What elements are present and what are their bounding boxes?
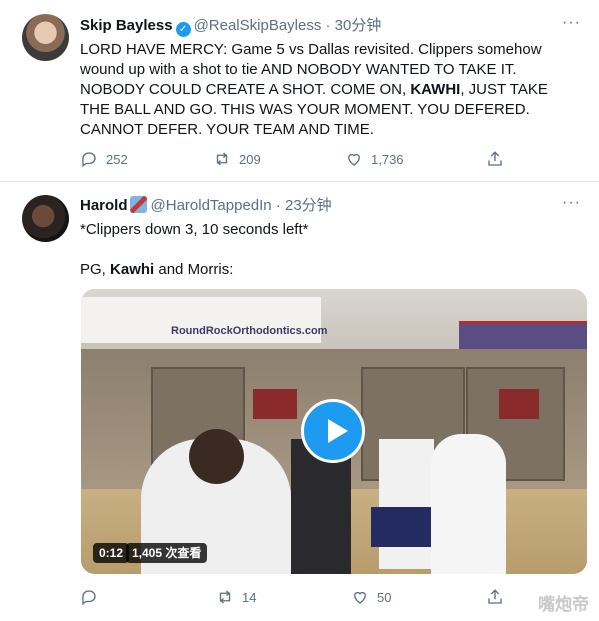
tweet-header: Harold @HaroldTappedIn · 23分钟 — [80, 196, 332, 215]
video-player-figure — [189, 429, 244, 484]
retweet-icon — [216, 152, 228, 166]
more-options-icon[interactable]: ··· — [562, 194, 581, 212]
tweet-header: Skip Bayless ✓ @RealSkipBayless · 30分钟 — [80, 16, 381, 37]
tweet-text-part: PG, — [80, 261, 111, 278]
more-options-icon[interactable]: ··· — [562, 14, 581, 32]
like-count: 1,736 — [371, 151, 404, 167]
video-banner-text: RoundRockOrthodontics.com — [171, 325, 328, 337]
reply-button[interactable] — [80, 588, 106, 606]
avatar[interactable] — [22, 195, 69, 242]
verified-badge-icon: ✓ — [175, 22, 191, 37]
video-red-panel — [499, 389, 539, 419]
tweet-skip-bayless[interactable]: Skip Bayless ✓ @RealSkipBayless · 30分钟 ···… — [0, 0, 599, 181]
watermark: 嘴炮帝 — [538, 595, 589, 614]
tweet-text-bold: Kawhi — [110, 261, 155, 278]
video-player[interactable]: RoundRockOrthodontics.com 0:12 1,405 次查看 — [81, 289, 587, 574]
tweet-text-part: and Morris: — [154, 261, 234, 278]
share-button[interactable] — [486, 588, 512, 606]
snowboarder-emoji-icon — [129, 196, 147, 213]
retweet-button[interactable]: 209 — [213, 150, 261, 168]
share-icon — [488, 589, 502, 604]
video-red-panel — [253, 389, 297, 419]
share-button[interactable] — [486, 150, 512, 168]
video-view-count: 1,405 次查看 — [126, 543, 208, 563]
video-player-figure — [431, 434, 506, 574]
timestamp[interactable]: · 23分钟 — [276, 197, 332, 214]
retweet-icon — [219, 590, 231, 604]
retweet-count: 14 — [242, 589, 257, 605]
reply-button[interactable]: 252 — [80, 150, 128, 168]
video-player-figure — [379, 439, 434, 569]
display-name[interactable]: Harold — [80, 197, 128, 214]
user-handle[interactable]: @RealSkipBayless — [194, 17, 322, 34]
video-duration: 0:12 — [93, 543, 130, 563]
timestamp[interactable]: · 30分钟 — [326, 17, 382, 34]
heart-icon — [348, 153, 360, 166]
display-name[interactable]: Skip Bayless — [80, 17, 173, 34]
retweet-count: 209 — [239, 151, 261, 167]
reply-count: 252 — [106, 151, 128, 167]
play-button-icon[interactable] — [301, 399, 365, 463]
tweet-harold[interactable]: Harold @HaroldTappedIn · 23分钟 ··· *Clippe… — [0, 182, 599, 621]
tweet-text-line1: *Clippers down 3, 10 seconds left* — [80, 221, 309, 238]
retweet-button[interactable]: 14 — [216, 588, 256, 606]
tweet-text: LORD HAVE MERCY: Game 5 vs Dallas revisi… — [80, 40, 580, 140]
video-banner: RoundRockOrthodontics.com — [81, 297, 327, 345]
heart-icon — [354, 591, 366, 604]
tweet-text-bold: KAWHI — [410, 81, 461, 98]
reply-icon — [82, 152, 96, 168]
like-button[interactable]: 1,736 — [345, 150, 404, 168]
share-icon — [488, 151, 502, 166]
tweet-text-line2: PG, Kawhi and Morris: — [80, 260, 580, 280]
user-handle[interactable]: @HaroldTappedIn — [151, 197, 272, 214]
like-button[interactable]: 50 — [351, 588, 391, 606]
avatar[interactable] — [22, 14, 69, 61]
reply-icon — [82, 590, 96, 606]
like-count: 50 — [377, 589, 392, 605]
